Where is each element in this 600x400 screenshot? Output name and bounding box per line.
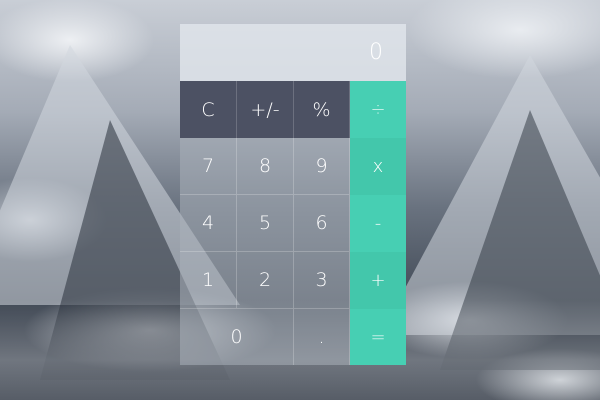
digit-4-button[interactable]: 4 [180,195,237,252]
calculator: 0 C +/- % ÷ 7 8 9 x 4 5 6 - 1 2 3 + 0 . … [180,24,406,365]
multiply-button[interactable]: x [350,138,406,195]
digit-9-button[interactable]: 9 [294,138,350,195]
digit-0-button[interactable]: 0 [180,309,294,365]
display-value: 0 [369,40,384,65]
digit-1-button[interactable]: 1 [180,252,237,309]
digit-8-button[interactable]: 8 [237,138,294,195]
decimal-point-button[interactable]: . [294,309,350,365]
divide-button[interactable]: ÷ [350,81,406,138]
percent-button[interactable]: % [294,81,350,138]
add-button[interactable]: + [350,252,406,309]
digit-7-button[interactable]: 7 [180,138,237,195]
digit-5-button[interactable]: 5 [237,195,294,252]
toggle-sign-button[interactable]: +/- [237,81,294,138]
calculator-display: 0 [180,24,406,81]
digit-6-button[interactable]: 6 [294,195,350,252]
digit-2-button[interactable]: 2 [237,252,294,309]
equals-button[interactable]: = [350,309,406,365]
clear-button[interactable]: C [180,81,237,138]
subtract-button[interactable]: - [350,195,406,252]
digit-3-button[interactable]: 3 [294,252,350,309]
